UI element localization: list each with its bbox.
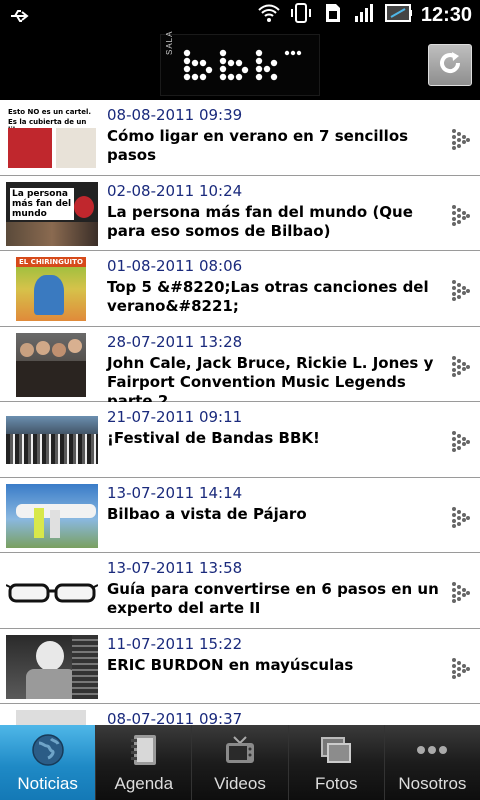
logo-small-text: SALA (165, 30, 174, 55)
news-thumbnail (16, 332, 86, 397)
news-title: Guía para convertirse en 6 pasos en un e… (107, 580, 439, 617)
tab-videos[interactable]: Videos (191, 725, 287, 800)
news-date: 11-07-2011 15:22 (107, 634, 243, 653)
globe-icon (30, 732, 66, 768)
news-item[interactable]: 28-07-2011 13:28 John Cale, Jack Bruce, … (0, 326, 480, 410)
bottom-tab-bar: Noticias Agenda Videos Fotos Nosotros (0, 725, 480, 800)
signal-icon (353, 1, 377, 29)
news-thumbnail: EL CHIRINGUITO (16, 257, 86, 321)
news-item[interactable]: EL CHIRINGUITO 01-08-2011 08:06 Top 5 &#… (0, 251, 480, 327)
chevron-right-icon (452, 355, 470, 377)
news-title: Cómo ligar en verano en 7 sencillos paso… (107, 127, 409, 164)
chevron-right-icon (452, 129, 470, 150)
news-item[interactable]: 13-07-2011 14:14 Bilbao a vista de Pájar… (0, 477, 480, 553)
news-date: 02-08-2011 10:24 (107, 181, 243, 200)
news-title: ERIC BURDON en mayúsculas (107, 655, 354, 674)
news-date: 13-07-2011 14:14 (107, 483, 243, 502)
chevron-right-icon (452, 431, 470, 452)
news-title: Bilbao a vista de Pájaro (107, 504, 307, 523)
wifi-icon (257, 1, 281, 29)
news-title: Top 5 &#8220;Las otras canciones del ver… (107, 278, 429, 315)
news-item[interactable]: 11-07-2011 15:22 ERIC BURDON en mayúscul… (0, 628, 480, 704)
news-thumbnail: Esto NO es un cartel. Es la cubierta de … (6, 106, 98, 170)
tab-agenda[interactable]: Agenda (95, 725, 191, 800)
chevron-right-icon (452, 506, 470, 528)
news-thumbnail (6, 634, 98, 699)
status-bar: 12:30 (0, 0, 480, 30)
news-item[interactable]: 13-07-2011 13:58 Guía para convertirse e… (0, 553, 480, 629)
news-thumbnail (16, 710, 86, 725)
usb-icon (8, 4, 32, 32)
news-item[interactable]: 21-07-2011 09:11 ¡Festival de Bandas BBK… (0, 402, 480, 478)
news-thumbnail (6, 483, 98, 548)
news-thumbnail (6, 416, 98, 464)
sim-icon (321, 1, 345, 29)
refresh-button[interactable] (428, 44, 472, 86)
news-title: La persona más fan del mundo (Que para e… (107, 202, 413, 240)
tab-label: Nosotros (398, 774, 467, 793)
notebook-icon (126, 732, 162, 768)
chevron-right-icon (452, 280, 470, 301)
more-dots-icon (414, 732, 450, 768)
news-thumbnail: La persona más fan del mundo (6, 181, 98, 246)
battery-icon (384, 1, 413, 29)
clock: 12:30 (420, 3, 472, 26)
chevron-right-icon (452, 204, 470, 226)
news-date: 21-07-2011 09:11 (107, 408, 243, 426)
chevron-right-icon (452, 657, 470, 679)
tab-noticias[interactable]: Noticias (0, 725, 96, 800)
news-list: Esto NO es un cartel. Es la cubierta de … (0, 100, 480, 725)
news-item[interactable]: Esto NO es un cartel. Es la cubierta de … (0, 100, 480, 176)
tab-label: Noticias (17, 774, 78, 793)
tv-icon (222, 732, 258, 768)
refresh-icon (436, 49, 464, 81)
news-date: 01-08-2011 08:06 (107, 257, 243, 275)
news-title: ¡Festival de Bandas BBK! (107, 429, 320, 447)
tab-label: Videos (214, 774, 266, 793)
vibrate-icon (289, 1, 313, 29)
news-date: 08-08-2011 09:39 (107, 106, 243, 124)
app-header: SALA (0, 30, 480, 100)
news-date: 08-07-2011 09:37 (107, 710, 243, 725)
photos-icon (318, 732, 354, 768)
tab-fotos[interactable]: Fotos (287, 725, 384, 800)
tab-label: Agenda (114, 774, 174, 793)
tab-nosotros[interactable]: Nosotros (383, 725, 480, 800)
news-thumbnail (6, 559, 98, 623)
news-date: 28-07-2011 13:28 (107, 332, 243, 351)
news-date: 13-07-2011 13:58 (107, 559, 243, 577)
news-item[interactable]: 08-07-2011 09:37 (0, 704, 480, 725)
news-item[interactable]: La persona más fan del mundo 02-08-2011 1… (0, 175, 480, 251)
tab-label: Fotos (314, 774, 358, 793)
sala-bbk-logo: SALA (160, 30, 320, 96)
chevron-right-icon (452, 582, 470, 603)
